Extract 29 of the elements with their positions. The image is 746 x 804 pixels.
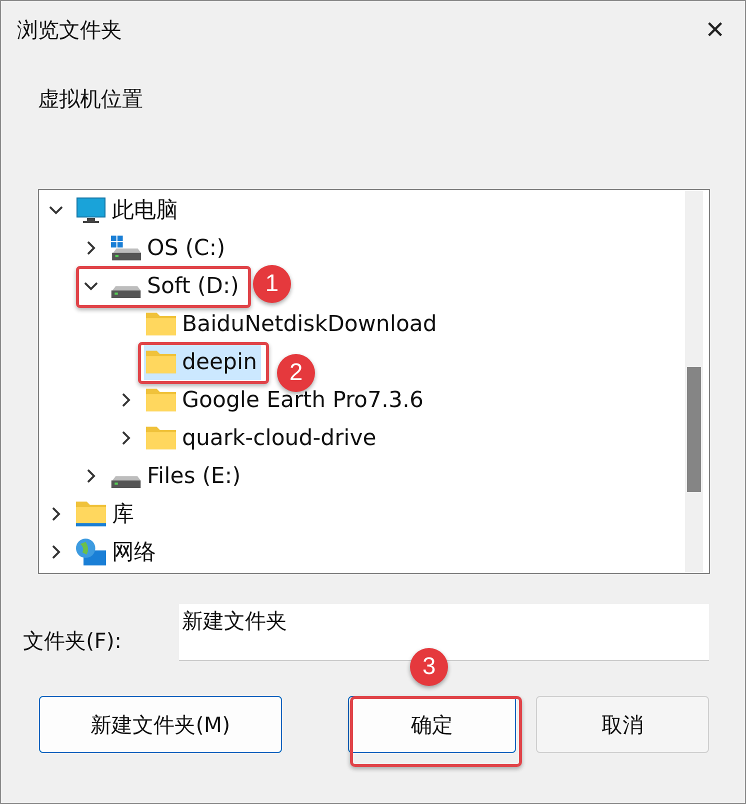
folder-icon [146, 424, 176, 452]
cancel-button[interactable]: 取消 [536, 696, 709, 753]
tree-item[interactable]: BaiduNetdiskDownload [144, 306, 441, 342]
tree-item[interactable]: 此电脑 [74, 192, 182, 228]
tree-item[interactable]: quark-cloud-drive [144, 420, 380, 456]
globe-icon [76, 538, 106, 566]
folder-icon [146, 386, 176, 414]
scrollbar-thumb[interactable] [687, 367, 701, 492]
drive-icon [111, 284, 141, 298]
window-title: 浏览文件夹 [17, 17, 122, 44]
step-number: 1 [252, 265, 291, 303]
tree-item[interactable]: 网络 [74, 534, 160, 570]
folder-icon [76, 500, 106, 528]
description-text: 虚拟机位置 [38, 86, 144, 113]
tree-item[interactable]: Files (E:) [109, 458, 245, 494]
folder-icon [146, 310, 176, 338]
tree-item[interactable]: deepin [144, 344, 262, 380]
tree-item[interactable]: 库 [74, 496, 138, 532]
field-label: 文件夹(F): [23, 628, 123, 654]
folder-icon [146, 348, 176, 376]
new-folder-button[interactable]: 新建文件夹(M) [39, 696, 282, 753]
computer-icon [76, 196, 106, 224]
system-drive-icon [111, 234, 141, 262]
tree-item[interactable]: Soft (D:) [109, 268, 243, 304]
tree-item[interactable]: OS (C:) [109, 230, 230, 266]
step-number: 3 [410, 648, 448, 686]
ok-button[interactable]: 确定 [348, 696, 516, 753]
close-button[interactable]: ✕ [685, 1, 745, 59]
drive-icon [111, 474, 141, 488]
